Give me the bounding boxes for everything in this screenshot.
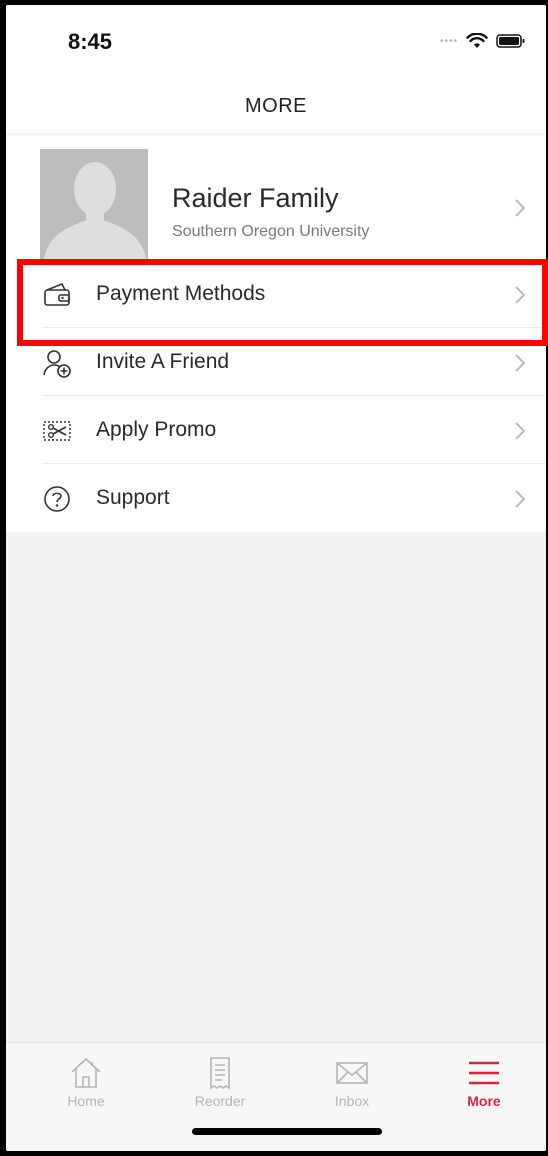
menu-icon <box>469 1061 499 1085</box>
tab-label: Reorder <box>194 1093 246 1109</box>
menu-item-label: Apply Promo <box>96 418 217 441</box>
wallet-icon <box>44 282 70 306</box>
profile-school: Southern Oregon University <box>172 223 370 240</box>
avatar <box>40 149 148 259</box>
chevron-right-icon <box>515 422 526 440</box>
home-indicator <box>192 1128 382 1135</box>
chevron-right-icon <box>515 354 526 372</box>
chevron-right-icon <box>515 199 526 217</box>
tab-label: Home <box>67 1093 105 1109</box>
menu-item-label: Support <box>96 486 170 509</box>
battery-icon <box>496 34 525 48</box>
menu-item-label: Invite A Friend <box>96 350 230 373</box>
add-user-icon <box>43 350 71 378</box>
receipt-icon <box>210 1057 230 1090</box>
profile-row[interactable]: Raider Family Southern Oregon University <box>6 135 546 260</box>
coupon-scissors-icon <box>43 421 71 441</box>
app-screen: 8:45 •••• MORE Raider Family Southern Or… <box>6 5 546 1151</box>
tab-label: Inbox <box>334 1093 370 1109</box>
avatar-placeholder-icon <box>40 149 148 259</box>
more-menu-list: Payment Methods Invite A Friend Apply Pr… <box>6 260 546 532</box>
nav-header: MORE <box>6 77 546 135</box>
status-bar: 8:45 •••• <box>6 5 546 77</box>
home-icon <box>71 1057 101 1088</box>
wifi-icon <box>466 33 488 48</box>
menu-item-payment-methods[interactable]: Payment Methods <box>42 260 546 328</box>
status-time: 8:45 <box>68 29 113 54</box>
page-title: MORE <box>245 95 307 117</box>
menu-item-support[interactable]: Support <box>42 464 546 532</box>
menu-item-apply-promo[interactable]: Apply Promo <box>42 396 546 464</box>
tab-inbox[interactable]: Inbox <box>302 1055 402 1109</box>
tab-reorder[interactable]: Reorder <box>170 1055 270 1109</box>
chevron-right-icon <box>515 286 526 304</box>
tab-more[interactable]: More <box>434 1055 534 1109</box>
mail-icon <box>336 1062 368 1084</box>
tab-label: More <box>467 1093 501 1109</box>
signal-dots-icon: •••• <box>439 35 458 47</box>
status-icons: •••• <box>440 33 526 49</box>
tab-home[interactable]: Home <box>36 1055 136 1109</box>
menu-item-invite-friend[interactable]: Invite A Friend <box>42 328 546 396</box>
menu-item-label: Payment Methods <box>96 282 266 305</box>
profile-name: Raider Family <box>172 183 339 213</box>
chevron-right-icon <box>515 490 526 508</box>
device-frame: 8:45 •••• MORE Raider Family Southern Or… <box>0 0 548 1156</box>
help-icon <box>44 486 70 512</box>
